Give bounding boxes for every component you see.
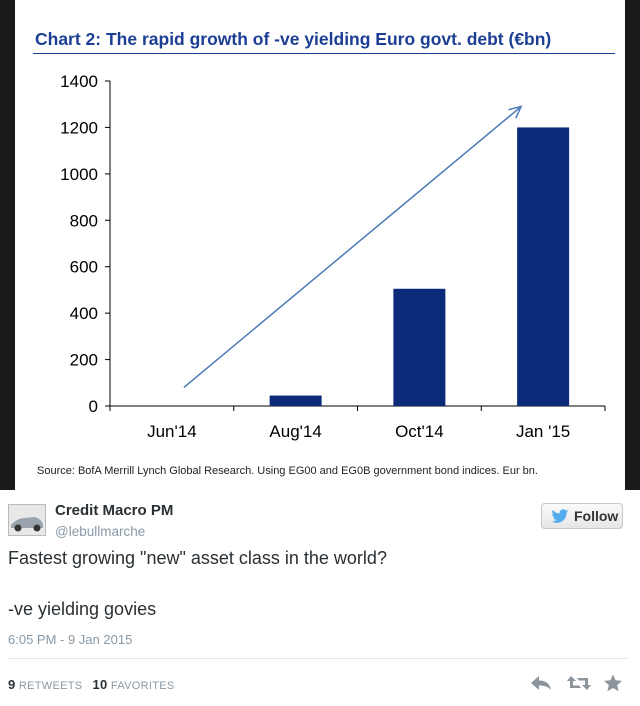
y-tick-label: 600 bbox=[70, 258, 98, 277]
y-tick-label: 400 bbox=[70, 304, 98, 323]
retweets-label: RETWEETS bbox=[18, 680, 83, 692]
bar bbox=[517, 127, 570, 406]
tweet-timestamp[interactable]: 6:05 PM - 9 Jan 2015 bbox=[8, 632, 132, 647]
favorites-label: FAVORITES bbox=[110, 680, 175, 692]
retweet-stat[interactable]: 9 RETWEETS bbox=[8, 677, 83, 692]
reply-icon[interactable] bbox=[529, 674, 553, 697]
y-tick-label: 200 bbox=[70, 351, 98, 370]
tweet-text-line2: -ve yielding govies bbox=[8, 599, 157, 619]
bar bbox=[393, 288, 446, 406]
tweet-text-line1: Fastest growing "new" asset class in the… bbox=[8, 548, 387, 568]
favorite-stat[interactable]: 10 FAVORITES bbox=[92, 677, 175, 692]
tweet-stats: 9 RETWEETS 10 FAVORITES bbox=[8, 677, 175, 692]
avatar[interactable] bbox=[8, 504, 46, 536]
retweets-count: 9 bbox=[8, 677, 16, 692]
favorite-icon[interactable] bbox=[603, 674, 623, 697]
y-tick-label: 1200 bbox=[60, 118, 98, 137]
y-tick-label: 1400 bbox=[60, 72, 98, 91]
left-dark-margin bbox=[0, 0, 15, 490]
x-tick-label: Jun'14 bbox=[147, 422, 197, 441]
y-tick-label: 800 bbox=[70, 211, 98, 230]
bar-chart: 0 200 400 600 800 1000 1200 1400 Jun'14 Aug'14 Oct… bbox=[60, 72, 606, 441]
x-tick-label: Oct'14 bbox=[395, 422, 444, 441]
retweet-icon[interactable] bbox=[566, 674, 592, 697]
tweet-divider bbox=[8, 658, 628, 659]
x-tick-label: Jan '15 bbox=[516, 422, 570, 441]
trend-arrow bbox=[183, 105, 522, 389]
bar bbox=[269, 395, 322, 406]
favorites-count: 10 bbox=[92, 677, 108, 692]
y-tick-label: 1000 bbox=[60, 165, 98, 184]
twitter-bird-icon bbox=[551, 509, 569, 527]
follow-label: Follow bbox=[574, 508, 619, 524]
x-tick-label: Aug'14 bbox=[269, 422, 321, 441]
author-handle[interactable]: @lebullmarche bbox=[55, 524, 145, 539]
chart-panel: Chart 2: The rapid growth of -ve yieldin… bbox=[15, 15, 625, 490]
follow-button[interactable]: Follow bbox=[541, 503, 623, 529]
chart-source: Source: BofA Merrill Lynch Global Resear… bbox=[37, 465, 538, 477]
author-name[interactable]: Credit Macro PM bbox=[55, 502, 173, 519]
right-dark-margin bbox=[625, 0, 640, 490]
tweet-card: Credit Macro PM @lebullmarche Follow Fas… bbox=[0, 490, 640, 706]
y-tick-label: 0 bbox=[89, 397, 98, 416]
